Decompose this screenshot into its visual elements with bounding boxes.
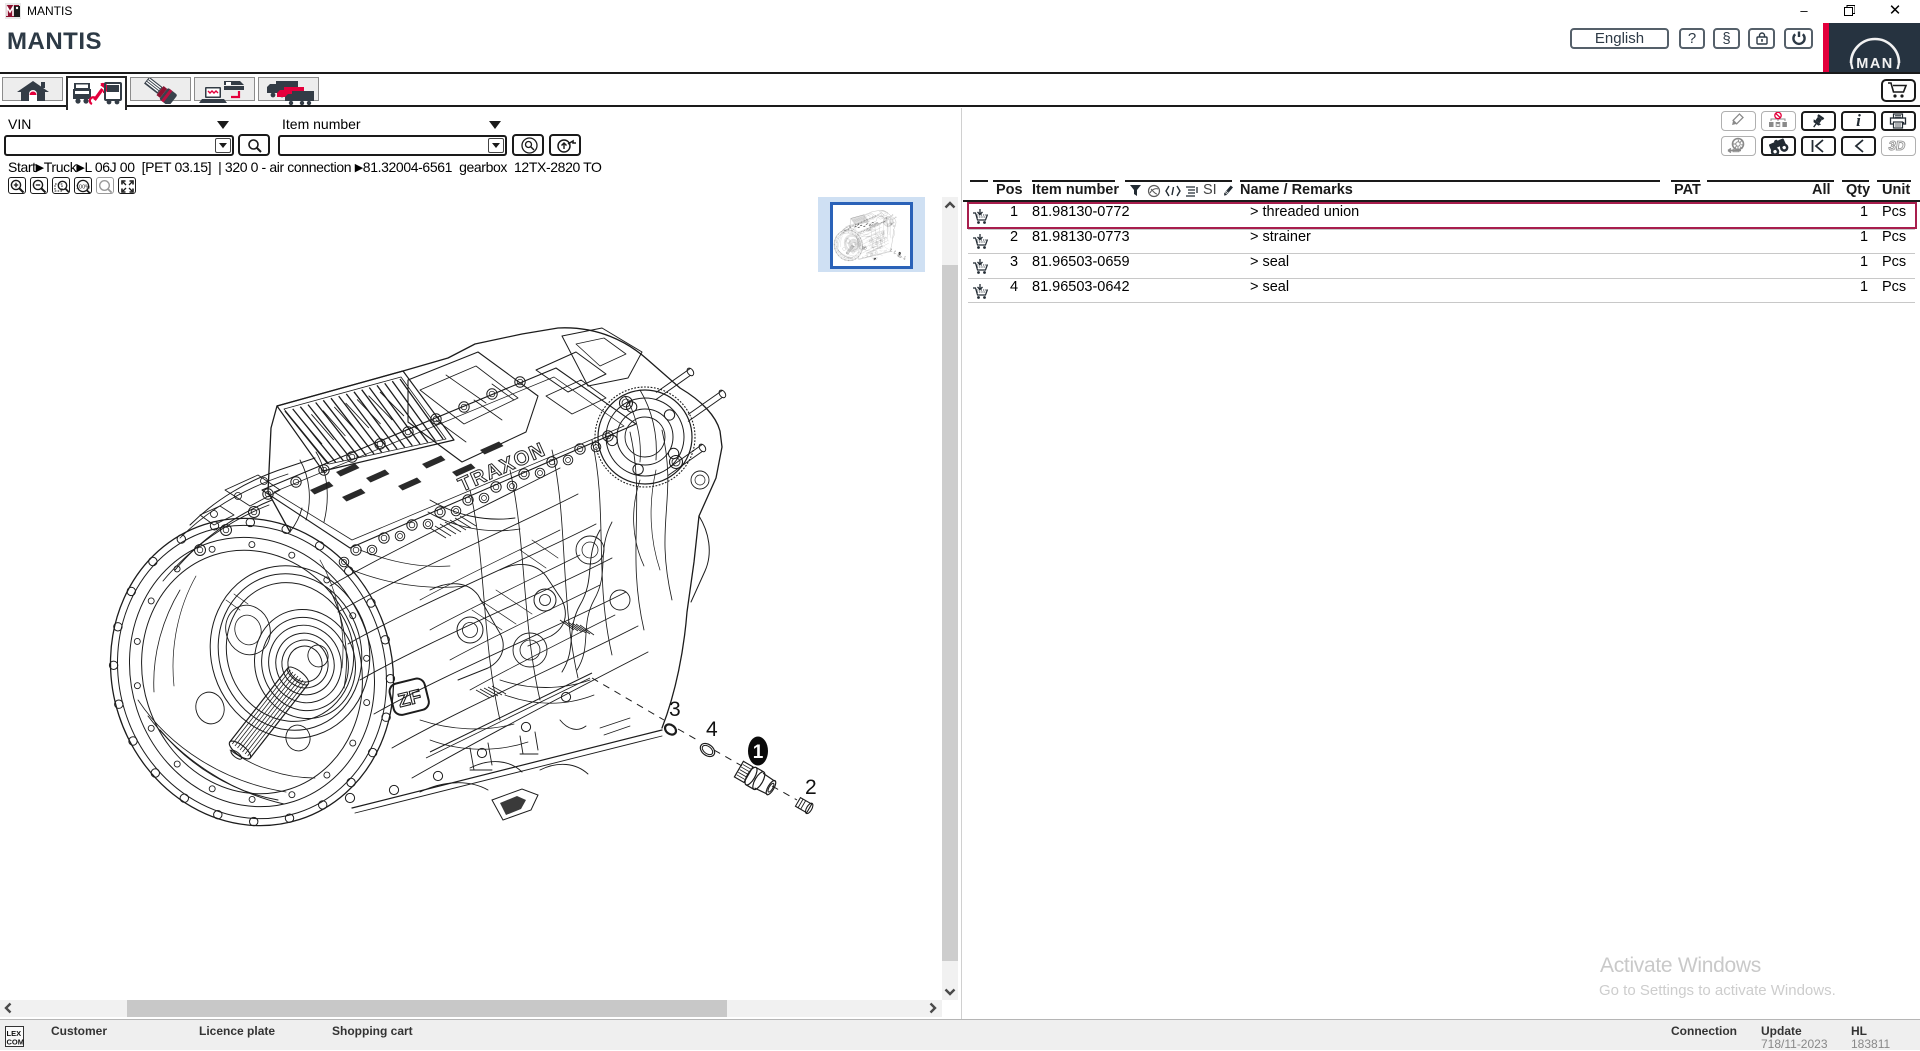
svg-text:4: 4 (706, 718, 718, 741)
svg-text:COM: COM (7, 1038, 25, 1047)
svg-text:MAN: MAN (1856, 56, 1894, 72)
svg-text:ZF: ZF (396, 686, 424, 712)
svg-text:1: 1 (753, 742, 764, 763)
svg-text:3: 3 (669, 698, 681, 721)
svg-text:2: 2 (805, 776, 817, 799)
svg-text:3D: 3D (1888, 138, 1907, 153)
svg-text:100%: 100% (76, 184, 90, 190)
